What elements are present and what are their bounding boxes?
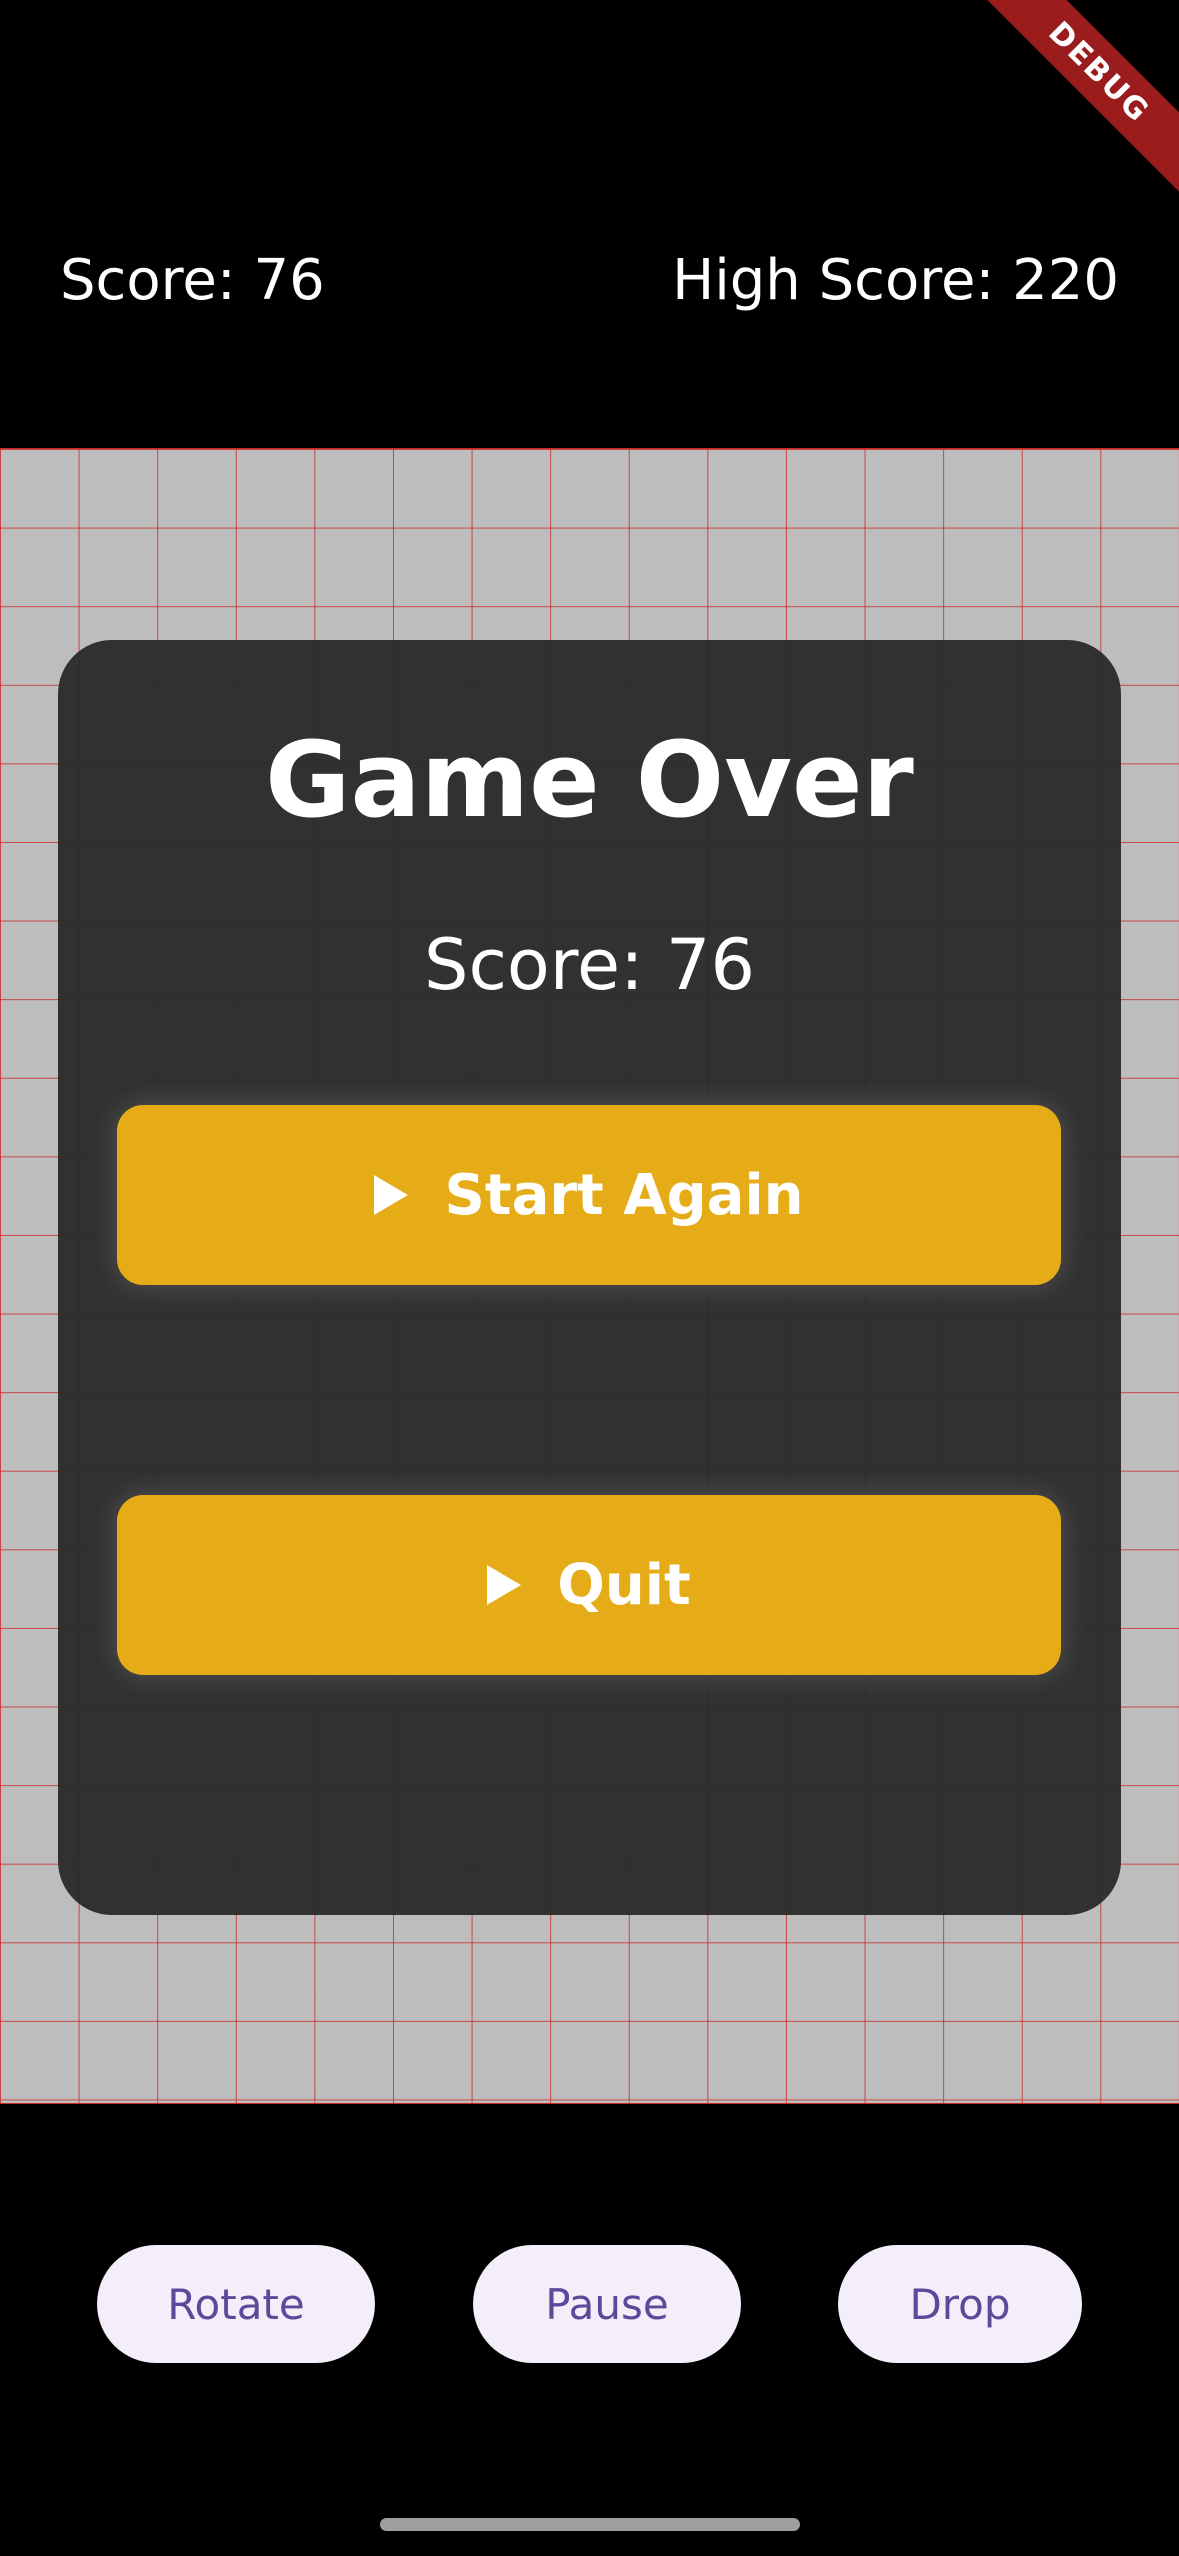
start-again-label: Start Again [444,1162,804,1228]
home-indicator [380,2518,800,2531]
score-bar: Score: 76 High Score: 220 [60,245,1119,315]
final-score: Score: 76 [424,924,755,1006]
play-icon [487,1565,522,1605]
start-again-button[interactable]: Start Again [117,1105,1061,1285]
current-score: Score: 76 [60,247,325,313]
drop-button[interactable]: Drop [838,2245,1082,2363]
debug-ribbon: DEBUG [979,0,1179,200]
play-icon [374,1175,409,1215]
rotate-button[interactable]: Rotate [97,2245,375,2363]
high-score: High Score: 220 [672,247,1119,313]
pause-button[interactable]: Pause [473,2245,741,2363]
quit-button[interactable]: Quit [117,1495,1061,1675]
dialog-title: Game Over [265,719,914,841]
quit-label: Quit [557,1552,691,1618]
debug-label: DEBUG [979,0,1179,198]
